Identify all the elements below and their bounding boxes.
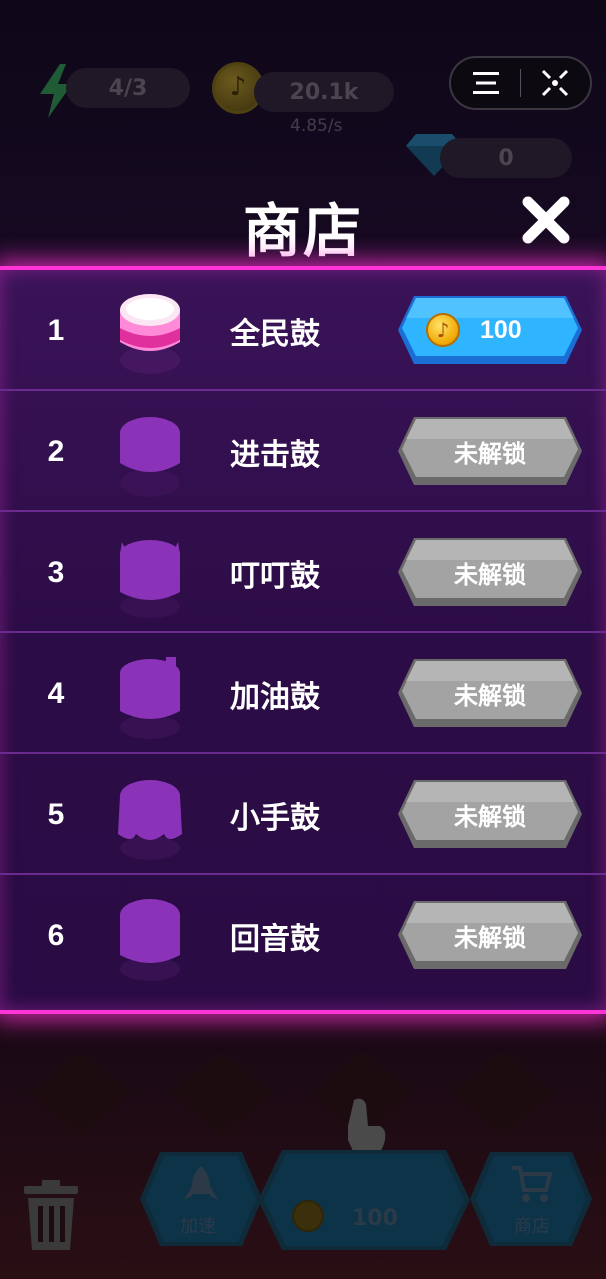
locked-label: 未解锁 bbox=[454, 560, 526, 589]
locked-label: 未解锁 bbox=[454, 439, 526, 468]
buy-price: 100 bbox=[352, 1206, 398, 1231]
shop-label: 商店 bbox=[514, 1216, 550, 1237]
shop-panel: 1 全民鼓 ♪ 100 2 进击鼓 未解锁 3 叮叮鼓 未解锁 4 加油鼓 未解… bbox=[0, 266, 606, 1014]
shop-item-row: 5 小手鼓 未解锁 bbox=[0, 754, 606, 875]
item-name: 加油鼓 bbox=[230, 679, 320, 715]
locked-drum-icon bbox=[120, 657, 180, 739]
item-rank: 4 bbox=[47, 676, 65, 710]
menu-icon bbox=[472, 72, 499, 94]
item-name: 小手鼓 bbox=[230, 800, 320, 836]
rocket-icon bbox=[184, 1166, 218, 1200]
gem-value: 0 bbox=[498, 145, 514, 171]
window-controls bbox=[449, 56, 592, 110]
board-tile bbox=[450, 1052, 554, 1136]
item-name: 叮叮鼓 bbox=[230, 558, 320, 594]
item-name: 进击鼓 bbox=[230, 437, 320, 473]
hud: 4/3 ♪ 20.1k 4.85/s 0 bbox=[0, 0, 606, 200]
trash-icon[interactable] bbox=[22, 1180, 80, 1252]
board-tile bbox=[170, 1052, 274, 1136]
locked-button[interactable]: 未解锁 bbox=[396, 897, 584, 973]
locked-drum-icon bbox=[118, 780, 182, 860]
speed-label: 加速 bbox=[180, 1216, 216, 1237]
item-name: 回音鼓 bbox=[230, 921, 320, 957]
cart-icon bbox=[512, 1166, 552, 1202]
buy-drum-button[interactable]: 100 bbox=[258, 1150, 470, 1250]
gem-counter: 0 bbox=[440, 138, 572, 178]
exit-icon bbox=[542, 69, 569, 97]
locked-drum-icon bbox=[120, 417, 180, 497]
menu-button[interactable] bbox=[451, 58, 520, 108]
coin-icon: ♪ bbox=[426, 313, 460, 347]
locked-button[interactable]: 未解锁 bbox=[396, 413, 584, 489]
locked-button[interactable]: 未解锁 bbox=[396, 534, 584, 610]
item-rank: 2 bbox=[47, 434, 65, 468]
locked-label: 未解锁 bbox=[454, 923, 526, 952]
board-tile bbox=[28, 1052, 132, 1136]
buy-button[interactable]: ♪ 100 bbox=[396, 292, 584, 368]
locked-drum-icon bbox=[120, 540, 180, 618]
locked-button[interactable]: 未解锁 bbox=[396, 655, 584, 731]
shop-item-row: 6 回音鼓 未解锁 bbox=[0, 875, 606, 996]
item-rank: 5 bbox=[47, 797, 65, 831]
shop-item-row: 4 加油鼓 未解锁 bbox=[0, 633, 606, 754]
close-icon bbox=[522, 196, 570, 244]
locked-label: 未解锁 bbox=[454, 802, 526, 831]
coin-icon bbox=[292, 1200, 324, 1232]
coin-value: 20.1k bbox=[289, 79, 359, 105]
speed-button[interactable]: 加速 bbox=[140, 1152, 262, 1246]
price-label: 100 bbox=[480, 315, 522, 344]
locked-label: 未解锁 bbox=[454, 681, 526, 710]
item-rank: 1 bbox=[47, 313, 65, 347]
energy-value: 4/3 bbox=[108, 75, 148, 101]
locked-drum-icon bbox=[120, 899, 180, 981]
page-title: 商店 bbox=[242, 197, 363, 265]
locked-button[interactable]: 未解锁 bbox=[396, 776, 584, 852]
item-rank: 3 bbox=[47, 555, 65, 589]
close-app-button[interactable] bbox=[521, 58, 590, 108]
energy-counter: 4/3 bbox=[66, 68, 190, 108]
item-name: 全民鼓 bbox=[230, 316, 320, 352]
drum-icon bbox=[120, 294, 180, 374]
shop-button[interactable]: 商店 bbox=[470, 1152, 592, 1246]
button-shape bbox=[258, 1150, 470, 1250]
shop-item-row: 3 叮叮鼓 未解锁 bbox=[0, 512, 606, 633]
coin-rate: 4.85/s bbox=[290, 116, 343, 136]
shop-item-row: 1 全民鼓 ♪ 100 bbox=[0, 270, 606, 391]
shop-item-row: 2 进击鼓 未解锁 bbox=[0, 391, 606, 512]
coin-counter: 20.1k bbox=[254, 72, 394, 112]
close-button[interactable] bbox=[518, 192, 574, 248]
item-rank: 6 bbox=[47, 918, 65, 952]
